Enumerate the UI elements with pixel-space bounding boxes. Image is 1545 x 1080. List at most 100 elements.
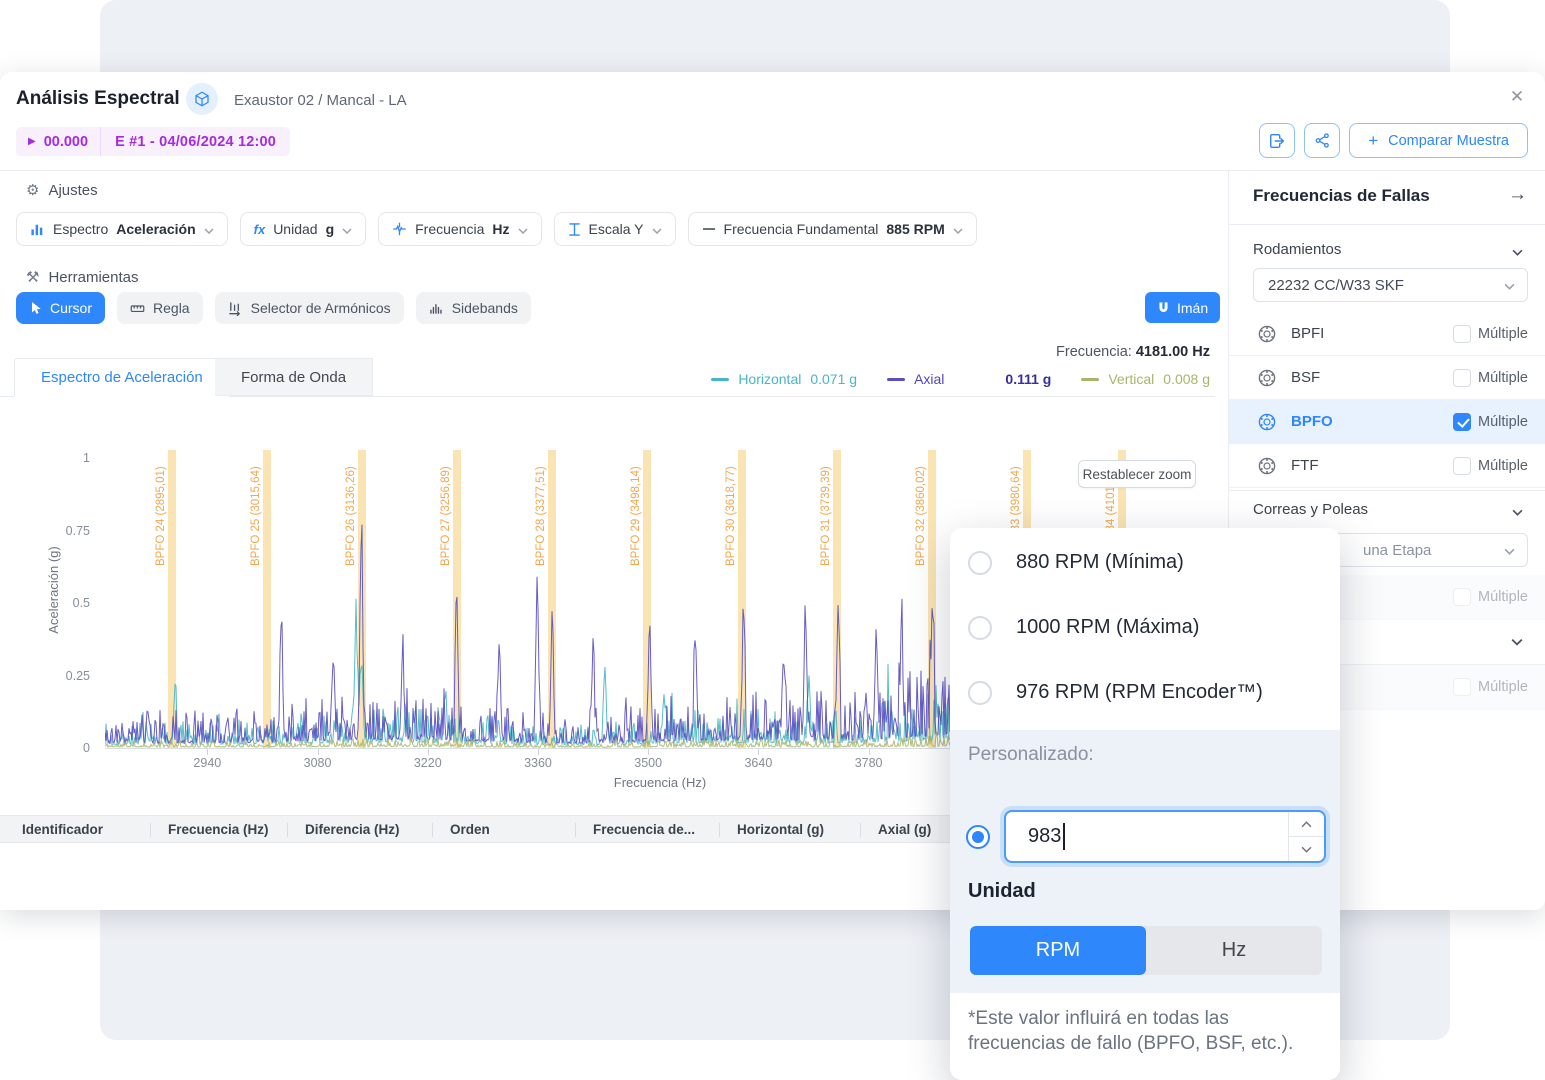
chevron-down-icon xyxy=(652,221,662,237)
page: Análisis Espectral Exaustor 02 / Mancal … xyxy=(0,0,1545,1080)
y-tick-label: 0 xyxy=(35,741,90,755)
column-horizontal: Horizontal (g) xyxy=(719,816,860,842)
stepper-down-icon[interactable] xyxy=(1289,837,1324,861)
gear-icon: ⚙ xyxy=(26,181,39,199)
ruler-tool-button[interactable]: Regla xyxy=(117,292,203,324)
dropdown-unit[interactable]: fx Unidad g xyxy=(240,212,367,246)
tab-waveform[interactable]: Forma de Onda xyxy=(215,358,373,396)
settings-label-text: Ajustes xyxy=(48,182,97,199)
unit-rpm-button[interactable]: RPM xyxy=(970,926,1146,975)
legend-dash-vertical xyxy=(1081,378,1099,381)
bearings-collapse-chevron-icon[interactable] xyxy=(1512,243,1523,261)
dropdown-scale-y[interactable]: Escala Y xyxy=(554,212,676,246)
multiple-label: Múltiple xyxy=(1478,370,1528,386)
radio-selected[interactable] xyxy=(966,825,990,849)
scale-y-icon xyxy=(568,222,581,237)
tool-label: Cursor xyxy=(50,300,92,316)
dropdown-fundamental-frequency[interactable]: Frecuencia Fundamental 885 RPM xyxy=(688,212,977,246)
belts-section-label: Correas y Poleas xyxy=(1253,501,1368,518)
column-identificador: Identificador xyxy=(0,816,150,842)
unit-hz-button[interactable]: Hz xyxy=(1146,926,1322,975)
dropdown-label: Frecuencia xyxy=(415,221,484,237)
share-button[interactable] xyxy=(1304,123,1340,158)
option-976-rpm-encoder[interactable]: 976 RPM (RPM Encoder™) xyxy=(950,660,1340,725)
legend-dash-horizontal xyxy=(711,378,729,381)
tools-section-label: ⚒ Herramientas xyxy=(26,268,138,286)
export-button[interactable] xyxy=(1259,123,1295,158)
fault-item-bpfo[interactable]: BPFO Múltiple xyxy=(1229,400,1545,444)
bearing-model-select[interactable]: 22232 CC/W33 SKF xyxy=(1253,268,1528,302)
breadcrumb: Exaustor 02 / Mancal - LA xyxy=(234,92,407,109)
fault-item-label: BSF xyxy=(1291,369,1320,386)
radio-unselected[interactable] xyxy=(968,551,992,575)
bearing-icon xyxy=(1257,368,1277,388)
x-tick-label: 3500 xyxy=(634,756,662,770)
cursor-tool-button[interactable]: Cursor xyxy=(16,292,105,324)
legend-dash-axial xyxy=(887,378,905,381)
radio-unselected[interactable] xyxy=(968,616,992,640)
multiple-checkbox[interactable] xyxy=(1453,325,1471,343)
fault-item-label: FTF xyxy=(1291,457,1319,474)
multiple-checkbox[interactable] xyxy=(1453,369,1471,387)
legend-value: 0.111 g xyxy=(1005,371,1051,387)
asset-icon-badge xyxy=(186,83,218,115)
column-diferencia: Diferencia (Hz) xyxy=(287,816,432,842)
stepper-up-icon[interactable] xyxy=(1289,812,1324,837)
tool-label: Regla xyxy=(153,300,190,316)
bearing-icon xyxy=(1257,324,1277,344)
y-tick-label: 0.75 xyxy=(35,524,90,538)
share-icon xyxy=(1314,132,1331,149)
multiple-checkbox[interactable] xyxy=(1453,413,1471,431)
multiple-checkbox[interactable] xyxy=(1453,457,1471,475)
sidebands-tool-button[interactable]: Sidebands xyxy=(416,292,531,324)
sample-badge[interactable]: ▶ 00.000 E #1 - 04/06/2024 12:00 xyxy=(16,127,290,156)
multiple-label: Múltiple xyxy=(1478,458,1528,474)
compare-sample-button[interactable]: + Comparar Muestra xyxy=(1349,123,1528,158)
multiple-label: Múltiple xyxy=(1478,414,1528,430)
multiple-label: Múltiple xyxy=(1478,589,1528,605)
unit-label: Unidad xyxy=(968,880,1036,903)
legend-vertical[interactable]: Vertical 0.008 g xyxy=(1081,371,1210,387)
belts-collapse-chevron-icon[interactable] xyxy=(1512,503,1523,521)
chevron-down-icon xyxy=(204,221,214,237)
tab-acceleration-spectrum[interactable]: Espectro de Aceleración xyxy=(14,358,230,397)
legend-horizontal[interactable]: Horizontal 0.071 g xyxy=(711,371,857,387)
tools-buttons: Cursor Regla Selector de Armónicos Sideb… xyxy=(16,292,531,324)
custom-rpm-input[interactable]: 983 xyxy=(1004,810,1326,863)
magnet-tool-button[interactable]: Imán xyxy=(1145,292,1220,323)
multiple-checkbox[interactable] xyxy=(1453,588,1471,606)
spectrum-chart-icon xyxy=(30,222,45,237)
fault-item-bpfi[interactable]: BPFI Múltiple xyxy=(1229,312,1545,356)
option-880-rpm[interactable]: 880 RPM (Mínima) xyxy=(950,530,1340,595)
dropdown-frequency-unit[interactable]: Frecuencia Hz xyxy=(378,212,541,246)
column-orden: Orden xyxy=(432,816,575,842)
fault-item-ftf[interactable]: FTF Múltiple xyxy=(1229,444,1545,488)
reset-zoom-button[interactable]: Restablecer zoom xyxy=(1078,460,1196,488)
sample-label: E #1 - 04/06/2024 12:00 xyxy=(101,134,290,150)
dropdown-spectrum-type[interactable]: Espectro Aceleración xyxy=(16,212,228,246)
close-icon[interactable]: ✕ xyxy=(1504,84,1530,110)
header-divider xyxy=(0,170,1545,171)
tool-label: Selector de Armónicos xyxy=(251,300,391,316)
stepper xyxy=(1288,812,1324,861)
dropdown-label: Escala Y xyxy=(589,221,644,237)
option-1000-rpm[interactable]: 1000 RPM (Máxima) xyxy=(950,595,1340,660)
collapse-panel-arrow-icon[interactable]: → xyxy=(1508,184,1527,206)
y-tick-label: 1 xyxy=(35,451,90,465)
play-icon[interactable]: ▶ xyxy=(28,136,36,147)
plus-icon: + xyxy=(1368,131,1378,151)
multiple-label: Múltiple xyxy=(1478,679,1528,695)
dropdown-label: Espectro xyxy=(53,221,108,237)
fault-item-bsf[interactable]: BSF Múltiple xyxy=(1229,356,1545,400)
legend-value: 0.008 g xyxy=(1163,371,1210,387)
harmonics-selector-tool-button[interactable]: Selector de Armónicos xyxy=(215,292,404,324)
legend-axial[interactable]: Axial 0.111 g xyxy=(887,371,1051,387)
dropdown-value: Hz xyxy=(492,221,509,237)
page-title: Análisis Espectral xyxy=(16,88,180,110)
tools-icon: ⚒ xyxy=(26,268,39,286)
option-label: 1000 RPM (Máxima) xyxy=(1016,616,1199,639)
export-icon xyxy=(1268,132,1286,150)
radio-unselected[interactable] xyxy=(968,681,992,705)
chart-legend: Horizontal 0.071 g Axial 0.111 g Vertica… xyxy=(711,371,1210,387)
multiple-checkbox[interactable] xyxy=(1453,678,1471,696)
